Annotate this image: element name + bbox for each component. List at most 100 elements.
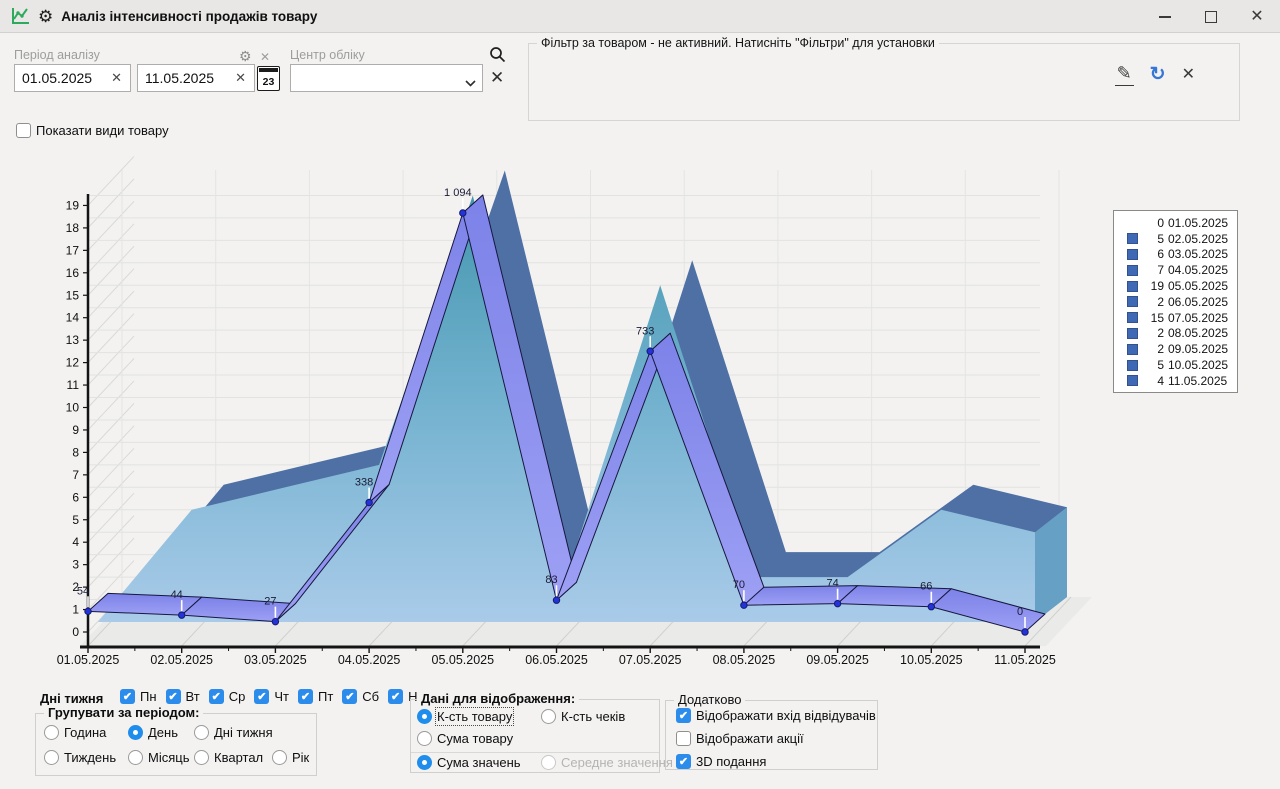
maximize-button[interactable] [1188, 0, 1234, 33]
legend-marker-swatch [1127, 328, 1138, 339]
center-combobox-value [291, 65, 298, 81]
radio-sum-values[interactable]: Сума значень [417, 755, 541, 770]
radio-Година[interactable]: Година [44, 725, 128, 740]
legend-item-date: 03.05.2025 [1168, 247, 1228, 261]
weekday-checkbox-Ср[interactable]: ✔Ср [209, 689, 246, 704]
checkbox-box: ✔ [388, 689, 403, 704]
wall-hatch-line [88, 516, 134, 565]
calendar-icon [259, 68, 278, 72]
radio-dot [541, 755, 556, 770]
checkbox-box: ✔ [120, 689, 135, 704]
weekday-label: Пн [140, 689, 157, 704]
radio-sum-values-label: Сума значень [437, 755, 521, 770]
wall-hatch-line [88, 156, 134, 205]
date-from-clear-icon[interactable]: ✕ [103, 70, 130, 86]
period-gear-icon[interactable]: ⚙ [239, 49, 252, 63]
center-clear-icon[interactable]: ✕ [490, 68, 504, 88]
wall-hatch-line [88, 246, 134, 295]
sales-intensity-chart: 01234567891011121314151617181901.05.2025… [0, 156, 1110, 688]
legend-item-date: 07.05.2025 [1168, 311, 1228, 325]
y-tick-label: 0 [72, 625, 79, 639]
y-tick-label: 12 [66, 356, 80, 370]
radio-qty-checks[interactable]: К-сть чеків [541, 709, 625, 724]
legend-item-date: 02.05.2025 [1168, 232, 1228, 246]
extra-checkbox-1[interactable]: Відображати акції [676, 731, 804, 746]
radio-Рік[interactable]: Рік [272, 750, 309, 765]
date-from-field[interactable]: 01.05.2025 ✕ [14, 64, 131, 92]
search-icon[interactable] [489, 46, 506, 68]
weekday-checkbox-Вт[interactable]: ✔Вт [166, 689, 200, 704]
close-button[interactable]: ✕ [1234, 0, 1280, 33]
calendar-button[interactable]: 23 [257, 66, 280, 91]
radio-Тиждень[interactable]: Тиждень [44, 750, 128, 765]
date-to-clear-icon[interactable]: ✕ [227, 70, 254, 86]
y-tick-label: 7 [72, 468, 79, 482]
weekday-checkbox-Пн[interactable]: ✔ Пн [120, 689, 157, 704]
x-tick-label: 10.05.2025 [900, 653, 963, 667]
date-to-field[interactable]: 11.05.2025 ✕ [137, 64, 255, 92]
weekdays-checkbox-group: ✔Пн✔Вт✔Ср✔Чт✔Пт✔Сб✔Нд [120, 689, 425, 704]
point-value-label: 70 [733, 579, 745, 591]
y-tick-label: 3 [72, 558, 79, 572]
minimize-icon [1159, 16, 1171, 18]
radio-dot [194, 750, 209, 765]
legend-marker-swatch [1127, 360, 1138, 371]
display-data-groupbox: Дані для відображення: К-сть товару К-ст… [410, 699, 660, 773]
radio-sum-goods[interactable]: Сума товару [417, 731, 513, 746]
legend-item-value: 2 [1144, 342, 1164, 356]
extra-checkbox-label: Відображати вхід відвідувачів [696, 708, 876, 723]
filter-close-icon[interactable]: ✕ [1182, 67, 1195, 83]
radio-qty-goods[interactable]: К-сть товару [417, 709, 541, 724]
legend-item: 510.05.2025 [1114, 357, 1237, 373]
legend-item: 502.05.2025 [1114, 231, 1237, 247]
x-tick-label: 09.05.2025 [806, 653, 869, 667]
wall-hatch-line [88, 314, 134, 363]
wall-hatch-line [88, 538, 134, 587]
show-types-label: Показати види товару [36, 123, 169, 138]
radio-label: Година [64, 725, 106, 740]
chart-point [85, 608, 91, 614]
edit-pencil-icon[interactable]: ✎ [1115, 64, 1134, 86]
legend-marker-swatch [1127, 217, 1138, 228]
minimize-button[interactable] [1142, 0, 1188, 33]
legend-item-value: 19 [1144, 279, 1164, 293]
legend-marker-swatch [1127, 344, 1138, 355]
radio-avg-value[interactable]: Середне значення [541, 755, 673, 770]
weekday-checkbox-Сб[interactable]: ✔Сб [342, 689, 379, 704]
y-tick-label: 17 [66, 243, 80, 257]
weekday-checkbox-Пт[interactable]: ✔Пт [298, 689, 333, 704]
radio-dot [417, 709, 432, 724]
y-tick-label: 10 [66, 401, 80, 415]
legend-item: 1507.05.2025 [1114, 310, 1237, 326]
extra-checkbox-2[interactable]: ✔3D подання [676, 754, 766, 769]
radio-sum-goods-label: Сума товару [437, 731, 513, 746]
filter-title: Фільтр за товаром - не активний. Натисні… [537, 36, 939, 50]
weekday-checkbox-Чт[interactable]: ✔Чт [254, 689, 289, 704]
period-clear-icon[interactable]: ✕ [260, 51, 270, 63]
radio-Дні тижня[interactable]: Дні тижня [194, 725, 273, 740]
radio-Місяць[interactable]: Місяць [128, 750, 194, 765]
x-tick-label: 03.05.2025 [244, 653, 307, 667]
radio-label: Місяць [148, 750, 189, 765]
y-tick-label: 5 [72, 513, 79, 527]
extra-checkbox-0[interactable]: ✔ Відображати вхід відвідувачів [676, 708, 876, 723]
refresh-icon[interactable]: ↻ [1150, 65, 1166, 84]
radio-avg-value-label: Середне значення [561, 755, 673, 770]
radio-dot [128, 750, 143, 765]
legend-item-value: 2 [1144, 295, 1164, 309]
wall-hatch-line [88, 426, 134, 475]
radio-Квартал[interactable]: Квартал [194, 750, 272, 765]
show-types-checkbox[interactable]: Показати види товару [16, 123, 169, 138]
legend-item-date: 08.05.2025 [1168, 326, 1228, 340]
legend-item-date: 09.05.2025 [1168, 342, 1228, 356]
checkbox-box: ✔ [342, 689, 357, 704]
legend-item-value: 2 [1144, 326, 1164, 340]
chart-point [553, 597, 559, 603]
checkbox-box: ✔ [676, 708, 691, 723]
wall-hatch-line [88, 381, 134, 430]
center-combobox[interactable] [290, 64, 483, 92]
radio-label: День [148, 725, 178, 740]
radio-День[interactable]: День [128, 725, 194, 740]
wall-hatch-line [88, 269, 134, 318]
legend-marker-swatch [1127, 249, 1138, 260]
